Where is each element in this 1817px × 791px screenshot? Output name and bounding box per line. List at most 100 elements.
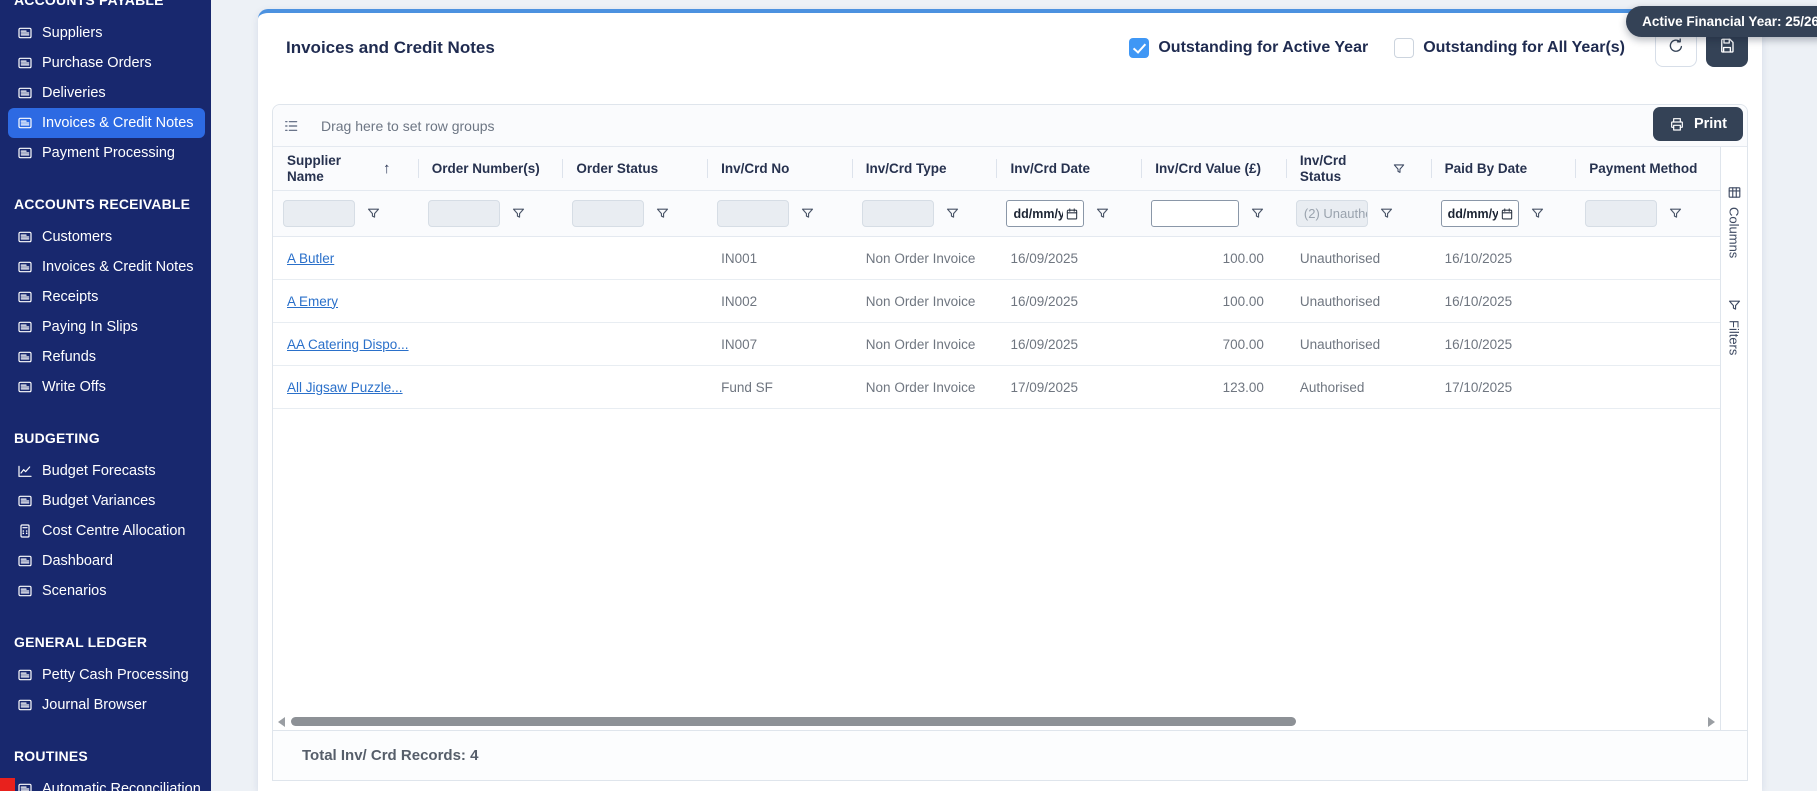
filter-input[interactable]: (2) Unauthori [1295, 200, 1368, 227]
cell-inv-crd-value: 700.00 [1222, 336, 1264, 352]
sidebar-item-suppliers[interactable]: Suppliers [14, 18, 207, 48]
scroll-left-arrow[interactable] [278, 716, 285, 727]
supplier-link[interactable]: A Emery [287, 294, 338, 309]
side-panel-tab-columns[interactable]: Columns [1727, 185, 1742, 258]
column-header-inv-crd-status[interactable]: Inv/Crd Status [1285, 147, 1431, 190]
filter-menu-button[interactable] [1530, 206, 1545, 221]
sidebar-item-cost-centre-allocation[interactable]: Cost Centre Allocation [14, 516, 207, 546]
cell-payment-method [1575, 366, 1720, 408]
cell-inv-crd-status: Unauthorised [1299, 336, 1381, 352]
filter-input[interactable] [861, 200, 934, 227]
column-header-inv-crd-type[interactable]: Inv/Crd Type [851, 147, 997, 190]
filter-menu-button[interactable] [800, 206, 815, 221]
filter-menu-button[interactable] [1095, 206, 1110, 221]
grid-empty-area [273, 409, 1720, 713]
filter-input[interactable] [572, 200, 645, 227]
cell-payment-method [1575, 280, 1720, 322]
table-row[interactable]: A Emery IN002 Non Order Invoice 16/09/2025 1… [273, 280, 1720, 323]
filter-input[interactable] [427, 200, 500, 227]
sidebar-item-label: Journal Browser [42, 697, 147, 713]
sidebar-item-dashboard[interactable]: Dashboard [14, 546, 207, 576]
sidebar-item-budget-forecasts[interactable]: Budget Forecasts [14, 456, 207, 486]
sidebar-item-automatic-reconciliation[interactable]: Automatic Reconciliation [14, 774, 207, 791]
cell-supplier-name: A Butler [273, 237, 418, 279]
filter-menu-button[interactable] [1379, 206, 1394, 221]
sidebar-item-journal-browser[interactable]: Journal Browser [14, 690, 207, 720]
refresh-icon [1667, 37, 1685, 60]
filter-input[interactable] [283, 200, 355, 227]
filter-menu-button[interactable] [945, 206, 960, 221]
grid-main: Supplier Name ↑ Order Number(s) Order Statu… [273, 147, 1720, 730]
invoices-grid: Drag here to set row groups Print Suppli… [272, 104, 1748, 781]
supplier-link[interactable]: All Jigsaw Puzzle... [287, 380, 403, 395]
column-header-inv-crd-value[interactable]: Inv/Crd Value (£) [1141, 147, 1286, 190]
sidebar-item-invoices-credit-notes[interactable]: Invoices & Credit Notes [8, 108, 205, 138]
column-header-order-status[interactable]: Order Status [562, 147, 707, 190]
checkbox-outstanding-for-all-year-s[interactable]: Outstanding for All Year(s) [1394, 38, 1625, 58]
table-row[interactable]: All Jigsaw Puzzle... Fund SF Non Order Inv… [273, 366, 1720, 409]
print-button[interactable]: Print [1652, 107, 1743, 141]
sidebar-item-purchase-orders[interactable]: Purchase Orders [14, 48, 207, 78]
sidebar-item-paying-in-slips[interactable]: Paying In Slips [14, 312, 207, 342]
sidebar-item-label: Write Offs [42, 379, 106, 395]
filter-cell-supplier-name [273, 191, 418, 236]
column-header-order-number-s[interactable]: Order Number(s) [417, 147, 563, 190]
sidebar-item-label: Automatic Reconciliation [42, 781, 201, 791]
sidebar-item-petty-cash-processing[interactable]: Petty Cash Processing [14, 660, 207, 690]
side-panel-tab-filters[interactable]: Filters [1727, 298, 1742, 356]
table-row[interactable]: A Butler IN001 Non Order Invoice 16/09/2025… [273, 237, 1720, 280]
list-card-icon [17, 55, 33, 71]
sidebar-item-scenarios[interactable]: Scenarios [14, 576, 207, 606]
date-filter-input[interactable]: dd/mm/yyyy [1006, 200, 1085, 227]
column-header-supplier-name[interactable]: Supplier Name ↑ [273, 147, 418, 190]
column-header-paid-by-date[interactable]: Paid By Date [1430, 147, 1576, 190]
filter-input[interactable] [717, 200, 790, 227]
column-header-payment-method[interactable]: Payment Method [1575, 147, 1720, 190]
filter-cell-inv-crd-type [852, 191, 997, 236]
checkbox-checked-icon[interactable] [1129, 38, 1150, 58]
sidebar-item-write-offs[interactable]: Write Offs [14, 372, 207, 402]
filter-menu-button[interactable] [1668, 206, 1683, 221]
sidebar-item-receipts[interactable]: Receipts [14, 282, 207, 312]
scroll-right-arrow[interactable] [1708, 716, 1715, 727]
calendar-icon[interactable] [1065, 207, 1079, 221]
total-records-label: Total Inv/ Crd Records: 4 [302, 747, 479, 764]
sidebar-section-heading: BUDGETING [14, 430, 100, 446]
scrollbar-track[interactable] [289, 716, 1704, 727]
column-header-inv-crd-date[interactable]: Inv/Crd Date [996, 147, 1141, 190]
column-header-inv-crd-no[interactable]: Inv/Crd No [707, 147, 852, 190]
cell-supplier-name: All Jigsaw Puzzle... [273, 366, 418, 408]
print-button-label: Print [1693, 116, 1727, 132]
sidebar-item-customers[interactable]: Customers [14, 222, 207, 252]
filter-menu-button[interactable] [1250, 206, 1265, 221]
filter-menu-button[interactable] [366, 206, 381, 221]
sidebar-item-refunds[interactable]: Refunds [14, 342, 207, 372]
sidebar-item-payment-processing[interactable]: Payment Processing [14, 138, 207, 168]
cell-inv-crd-value: 123.00 [1222, 379, 1264, 395]
row-group-dropzone[interactable]: Drag here to set row groups [273, 105, 1747, 147]
app-root: { "tooltip": { "active_financial_year": … [0, 0, 1817, 791]
date-filter-input[interactable]: dd/mm/yyyy [1440, 200, 1519, 227]
sidebar-item-invoices-credit-notes[interactable]: Invoices & Credit Notes [14, 252, 207, 282]
sidebar-section-heading: ACCOUNTS PAYABLE [14, 0, 164, 8]
sidebar-item-budget-variances[interactable]: Budget Variances [14, 486, 207, 516]
horizontal-scrollbar [273, 713, 1720, 730]
column-header-label: Inv/Crd No [721, 160, 790, 176]
supplier-link[interactable]: AA Catering Dispo... [287, 337, 409, 352]
supplier-link[interactable]: A Butler [287, 251, 334, 266]
card-header: Invoices and Credit Notes Outstanding fo… [272, 13, 1748, 83]
column-filter-active-icon [1392, 162, 1406, 176]
filter-menu-button[interactable] [511, 206, 526, 221]
filter-input[interactable] [1151, 200, 1240, 227]
cell-order-number-s [418, 366, 563, 408]
filter-input[interactable] [1585, 200, 1658, 227]
checkbox-unchecked-icon[interactable] [1394, 38, 1415, 58]
calendar-icon[interactable] [1500, 207, 1514, 221]
scrollbar-thumb[interactable] [291, 717, 1296, 726]
sidebar-item-label: Purchase Orders [42, 55, 152, 71]
filter-menu-button[interactable] [655, 206, 670, 221]
sidebar-item-deliveries[interactable]: Deliveries [14, 78, 207, 108]
checkbox-outstanding-for-active-year[interactable]: Outstanding for Active Year [1129, 38, 1368, 58]
checkbox-label: Outstanding for Active Year [1158, 39, 1369, 56]
table-row[interactable]: AA Catering Dispo... IN007 Non Order Invoi… [273, 323, 1720, 366]
